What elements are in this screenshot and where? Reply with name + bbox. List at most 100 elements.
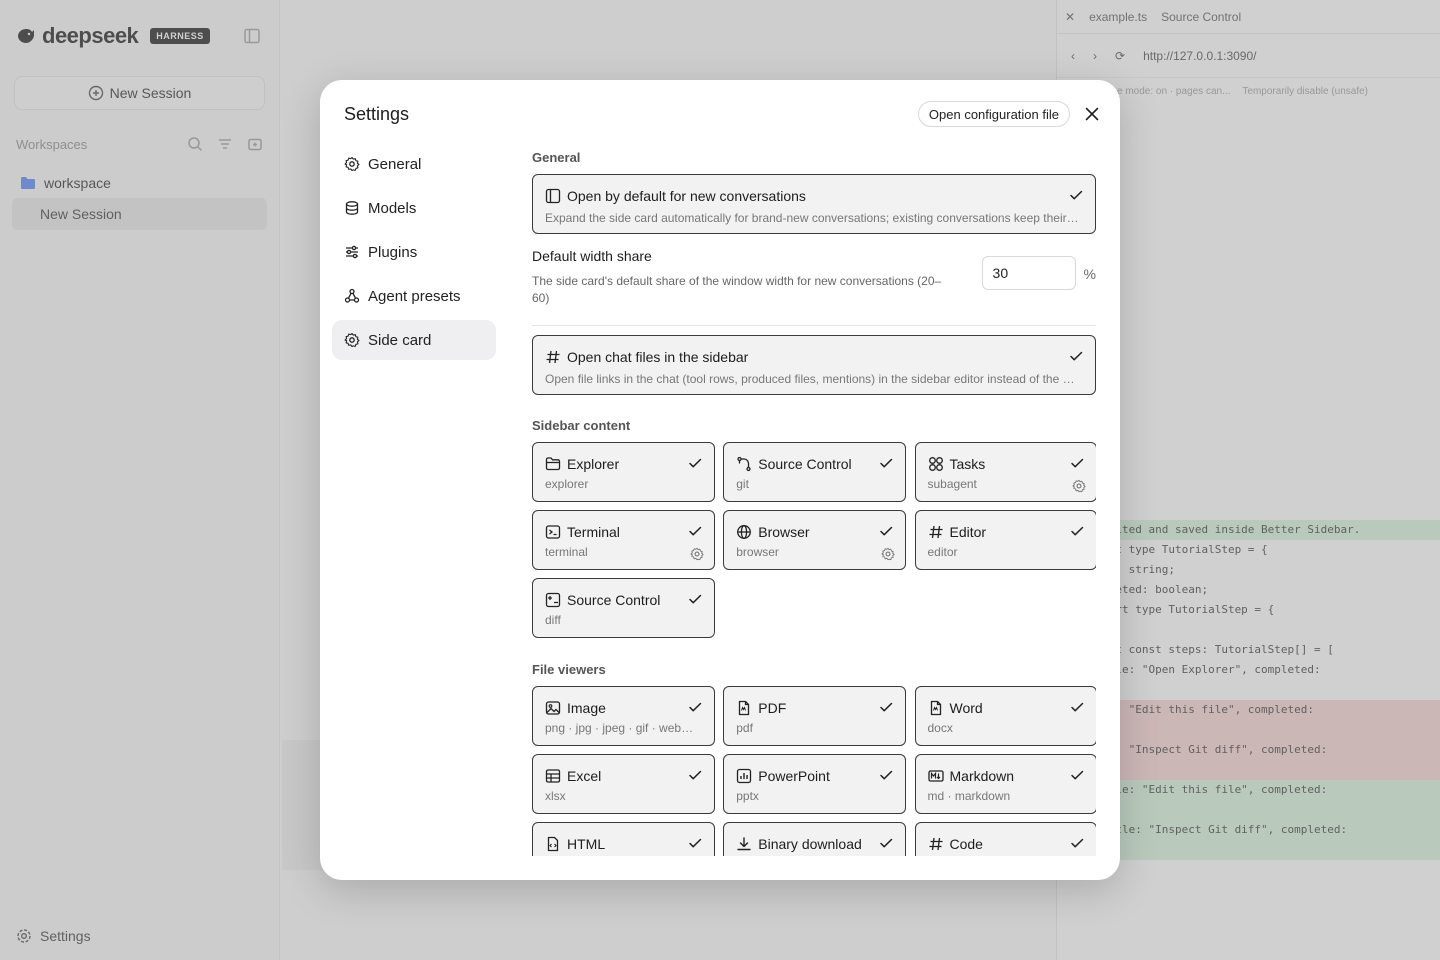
check-icon bbox=[879, 456, 893, 470]
tile-tasks-subagent[interactable]: Tasks subagent bbox=[914, 442, 1096, 502]
tile-title: HTML bbox=[567, 836, 606, 852]
width-share-input[interactable] bbox=[981, 256, 1076, 290]
nav-item-label: Side card bbox=[368, 331, 432, 349]
sidebar-content-grid: Explorer explorer Source Control git Tasks su… bbox=[532, 442, 1096, 638]
tile-subtitle: png · jpg · jpeg · gif · webp · svg bbox=[545, 721, 702, 735]
terminal-icon bbox=[545, 524, 561, 540]
image-icon bbox=[545, 700, 561, 716]
tile-subtitle: diff bbox=[545, 613, 561, 627]
tile-source-control-diff[interactable]: Source Control diff bbox=[532, 578, 715, 638]
nodes-icon bbox=[344, 288, 360, 304]
modal-title: Settings bbox=[344, 104, 410, 124]
database-icon bbox=[344, 200, 360, 216]
tile-settings-gear-icon[interactable] bbox=[690, 547, 704, 561]
open-chat-files-option[interactable]: Open chat files in the sidebar Open file… bbox=[532, 335, 1096, 395]
tile-explorer-explorer[interactable]: Explorer explorer bbox=[532, 442, 715, 502]
panel-left-icon bbox=[545, 188, 561, 204]
tile-title: Terminal bbox=[567, 524, 620, 540]
check-icon bbox=[688, 592, 702, 606]
section-sidebar-content: Sidebar content bbox=[532, 417, 631, 433]
width-share-desc: The side card's default share of the win… bbox=[532, 274, 942, 305]
tile-excel-xlsx[interactable]: Excel xlsx bbox=[532, 754, 715, 814]
open-default-option[interactable]: Open by default for new conversations Ex… bbox=[532, 174, 1096, 234]
hash-icon bbox=[928, 524, 944, 540]
check-icon bbox=[1070, 456, 1084, 470]
tile-title: Explorer bbox=[567, 456, 620, 472]
tile-powerpoint-pptx[interactable]: PowerPoint pptx bbox=[723, 754, 906, 814]
tile-binary-download[interactable]: Binary download bbox=[723, 822, 906, 856]
tile-subtitle: docx bbox=[927, 721, 953, 735]
tile-subtitle: explorer bbox=[545, 477, 589, 491]
tile-title: Image bbox=[567, 700, 606, 716]
tile-title: Source Control bbox=[567, 592, 661, 608]
check-icon bbox=[688, 768, 702, 782]
check-icon bbox=[688, 456, 702, 470]
folder-icon bbox=[545, 456, 561, 472]
tile-title: PowerPoint bbox=[758, 768, 830, 784]
tile-settings-gear-icon[interactable] bbox=[881, 547, 895, 561]
open-chat-files-title: Open chat files in the sidebar bbox=[567, 349, 749, 365]
sliders-icon bbox=[344, 244, 360, 260]
globe-icon bbox=[736, 524, 752, 540]
tile-title: PDF bbox=[758, 700, 787, 716]
check-icon bbox=[688, 836, 702, 850]
tile-title: Browser bbox=[758, 524, 810, 540]
nav-item-label: Plugins bbox=[368, 243, 418, 261]
close-modal-button[interactable] bbox=[1082, 104, 1102, 124]
nav-item-general[interactable]: General bbox=[332, 144, 496, 184]
close-icon bbox=[1085, 107, 1099, 121]
tile-title: Excel bbox=[567, 768, 602, 784]
table-icon bbox=[545, 768, 561, 784]
check-icon bbox=[1070, 768, 1084, 782]
section-file-viewers: File viewers bbox=[532, 661, 606, 677]
tile-word-docx[interactable]: Word docx bbox=[914, 686, 1096, 746]
open-default-title: Open by default for new conversations bbox=[567, 188, 806, 204]
check-icon bbox=[1070, 524, 1084, 538]
tile-title: Word bbox=[949, 700, 983, 716]
nav-item-label: Models bbox=[368, 199, 417, 217]
nav-item-models[interactable]: Models bbox=[332, 188, 496, 228]
tile-source-control-git[interactable]: Source Control git bbox=[723, 442, 906, 502]
nav-item-label: General bbox=[368, 155, 422, 173]
tile-pdf-pdf[interactable]: PDF pdf bbox=[723, 686, 906, 746]
tile-subtitle: pptx bbox=[736, 789, 759, 803]
check-icon bbox=[1070, 700, 1084, 714]
tasks-icon bbox=[928, 456, 944, 472]
settings-nav: General Models Plugins Agent presets Side ca… bbox=[332, 144, 496, 364]
check-icon bbox=[1069, 349, 1083, 363]
tile-editor-editor[interactable]: Editor editor bbox=[914, 510, 1096, 570]
gear-icon bbox=[344, 156, 360, 172]
tile-html-html[interactable]: HTMLhtml bbox=[532, 822, 715, 856]
hash-icon bbox=[545, 349, 561, 365]
tile-title: Source Control bbox=[758, 456, 852, 472]
tile-subtitle: subagent bbox=[927, 477, 977, 491]
check-icon bbox=[879, 700, 893, 714]
check-icon bbox=[879, 836, 893, 850]
tile-code[interactable]: Code bbox=[914, 822, 1096, 856]
open-chat-files-desc: Open file links in the chat (tool rows, … bbox=[545, 372, 1083, 386]
open-default-desc: Expand the side card automatically for b… bbox=[545, 211, 1083, 225]
gear-icon bbox=[344, 332, 360, 348]
tile-terminal-terminal[interactable]: Terminal terminal bbox=[532, 510, 715, 570]
tile-browser-browser[interactable]: Browser browser bbox=[723, 510, 906, 570]
nav-item-side-card[interactable]: Side card bbox=[332, 320, 496, 360]
tile-settings-gear-icon[interactable] bbox=[1072, 479, 1086, 493]
tile-image-png[interactable]: Image png · jpg · jpeg · gif · webp · svg bbox=[532, 686, 715, 746]
width-share-unit: % bbox=[1083, 266, 1096, 282]
file-viewers-grid: Image png · jpg · jpeg · gif · webp · svg… bbox=[532, 686, 1096, 856]
check-icon bbox=[688, 700, 702, 714]
tile-title: Markdown bbox=[949, 768, 1015, 784]
tile-title: Tasks bbox=[949, 456, 986, 472]
check-icon bbox=[879, 524, 893, 538]
nav-item-plugins[interactable]: Plugins bbox=[332, 232, 496, 272]
tile-title: Code bbox=[949, 836, 983, 852]
tile-markdown-md[interactable]: Markdown md · markdown bbox=[914, 754, 1096, 814]
nav-item-agent-presets[interactable]: Agent presets bbox=[332, 276, 496, 316]
check-icon bbox=[1069, 188, 1083, 202]
open-config-button[interactable]: Open configuration file bbox=[917, 101, 1070, 127]
check-icon bbox=[688, 524, 702, 538]
file-icon bbox=[928, 700, 944, 716]
width-share-label: Default width share bbox=[532, 248, 652, 264]
tile-subtitle: pdf bbox=[736, 721, 753, 735]
settings-modal: Settings Open configuration file General… bbox=[320, 80, 1120, 880]
